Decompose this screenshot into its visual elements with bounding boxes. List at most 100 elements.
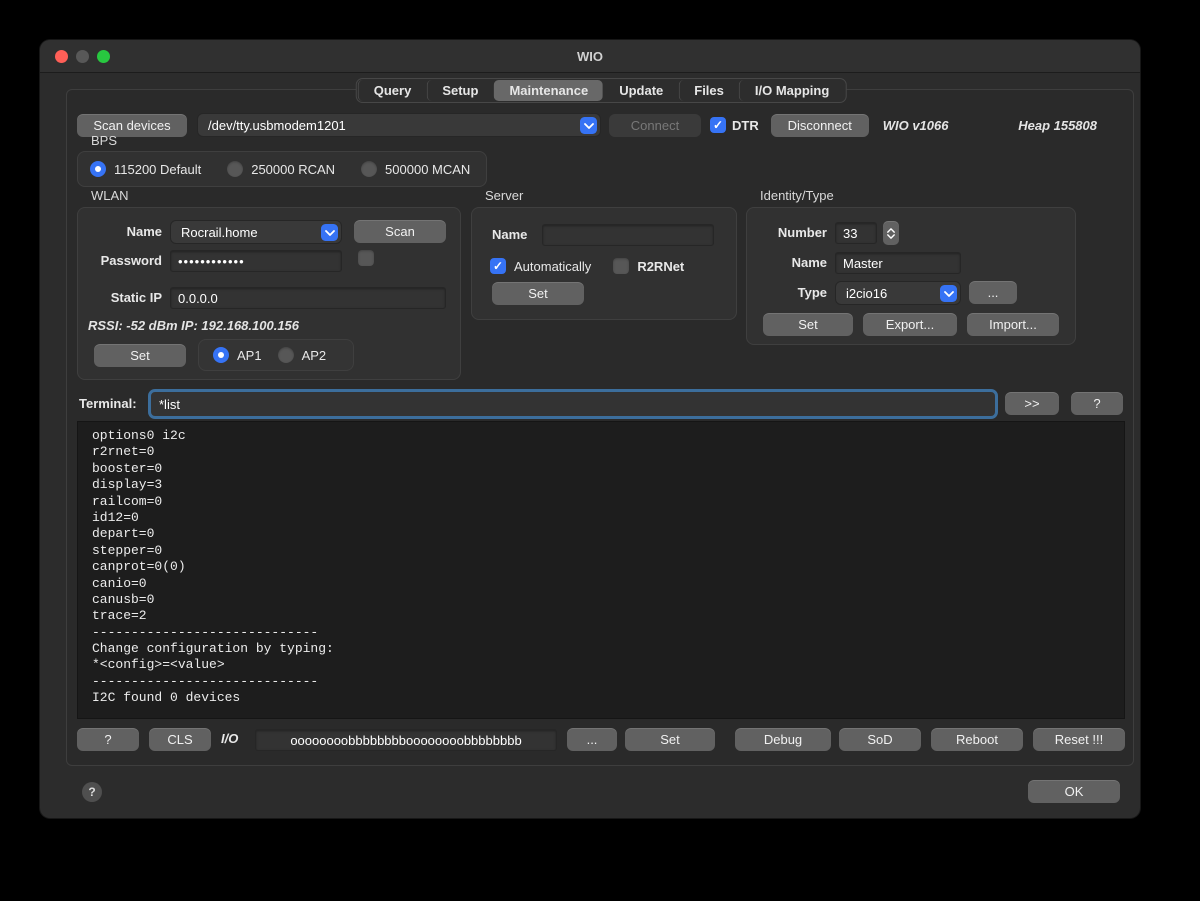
identity-name-value: Master [843,256,883,271]
connect-button[interactable]: Connect [609,114,701,137]
identity-number-field[interactable]: 33 [835,222,877,244]
radio-label: 500000 MCAN [385,162,470,177]
wlan-password-checkbox[interactable] [358,250,374,266]
terminal-help-button[interactable]: ? [1071,392,1123,415]
dtr-checkbox[interactable]: ✓ [710,117,726,133]
type-more-button[interactable]: ... [969,281,1017,304]
server-name-field[interactable] [542,224,714,246]
server-set-button[interactable]: Set [492,282,584,305]
server-name-label: Name [492,227,527,242]
wlan-group: Name Rocrail.home Scan Password ••••••••… [77,207,461,380]
io-help-button[interactable]: ? [77,728,139,751]
terminal-line: stepper=0 [92,543,1110,559]
window-title: WIO [40,40,1140,73]
radio-icon [361,161,377,177]
terminal-line: id12=0 [92,510,1110,526]
bps-radio-option[interactable]: 250000 RCAN [227,161,335,177]
identity-group: Number 33 Name Master Type i2cio16 ... S… [746,207,1076,345]
wlan-password-field[interactable]: •••••••••••• [170,250,342,272]
terminal-line: canprot=0(0) [92,559,1110,575]
serial-port-value: /dev/tty.usbmodem1201 [208,118,346,133]
identity-number-label: Number [747,225,827,240]
ap-radio-option[interactable]: AP2 [278,347,327,363]
identity-type-select[interactable]: i2cio16 [835,281,961,305]
radio-icon [213,347,229,363]
identity-name-field[interactable]: Master [835,252,961,274]
identity-type-value: i2cio16 [846,286,887,301]
export-button[interactable]: Export... [863,313,957,336]
terminal-line: canio=0 [92,576,1110,592]
wlan-status-line: RSSI: -52 dBm IP: 192.168.100.156 [88,318,299,333]
terminal-line: Change configuration by typing: [92,641,1110,657]
radio-icon [90,161,106,177]
automatically-label: Automatically [514,259,591,274]
radio-label: AP1 [237,348,262,363]
tab-label: Files [694,83,724,98]
bps-radio-option[interactable]: 115200 Default [90,161,201,177]
radio-label: AP2 [302,348,327,363]
tab[interactable]: Maintenance [493,80,603,101]
ap-selector-box: AP1 AP2 [198,339,354,371]
io-set-button[interactable]: Set [625,728,715,751]
ok-button[interactable]: OK [1028,780,1120,803]
maintenance-panel: Scan devices /dev/tty.usbmodem1201 Conne… [66,89,1134,766]
heap-indicator: Heap 155808 [1018,118,1097,133]
firmware-version: WIO v1066 [883,118,949,133]
terminal-line: trace=2 [92,608,1110,624]
radio-label: 115200 Default [114,162,201,177]
terminal-line: ----------------------------- [92,674,1110,690]
io-more-button[interactable]: ... [567,728,617,751]
tab[interactable]: Files [678,80,739,101]
cls-button[interactable]: CLS [149,728,211,751]
tab-label: Update [619,83,663,98]
wlan-name-label: Name [78,224,162,239]
terminal-line: canusb=0 [92,592,1110,608]
reboot-button[interactable]: Reboot [931,728,1023,751]
ap-radio-option[interactable]: AP1 [213,347,262,363]
title-bar: WIO [40,40,1140,73]
terminal-line: depart=0 [92,526,1110,542]
wlan-password-value: •••••••••••• [178,254,245,269]
import-button[interactable]: Import... [967,313,1059,336]
tab-label: Setup [442,83,478,98]
automatically-checkbox[interactable]: ✓ [490,258,506,274]
wlan-set-button[interactable]: Set [94,344,186,367]
server-group-label: Server [485,188,523,203]
terminal-label: Terminal: [79,396,137,411]
tab[interactable]: Update [603,80,678,101]
bps-radio-option[interactable]: 500000 MCAN [361,161,470,177]
wlan-name-select[interactable]: Rocrail.home [170,220,342,244]
disconnect-button[interactable]: Disconnect [771,114,869,137]
io-config-field[interactable]: oooooooobbbbbbbboooooooobbbbbbbb [255,729,557,751]
reset-button[interactable]: Reset !!! [1033,728,1125,751]
number-stepper[interactable] [883,221,899,245]
sod-button[interactable]: SoD [839,728,921,751]
serial-port-select[interactable]: /dev/tty.usbmodem1201 [197,113,601,137]
identity-name-label: Name [747,255,827,270]
terminal-line: r2rnet=0 [92,444,1110,460]
help-icon[interactable]: ? [82,782,102,802]
identity-set-button[interactable]: Set [763,313,853,336]
tab[interactable]: Query [358,80,427,101]
chevron-down-icon [580,117,597,134]
wlan-static-ip-label: Static IP [78,290,162,305]
tab[interactable]: I/O Mapping [739,80,844,101]
tab[interactable]: Setup [426,80,493,101]
radio-icon [278,347,294,363]
r2rnet-checkbox[interactable] [613,258,629,274]
chevron-down-icon [887,234,895,239]
terminal-input-value: *list [159,397,180,412]
tab-bar: Query Setup Maintenance Update Files I/O… [356,78,847,103]
tab-label: I/O Mapping [755,83,829,98]
wlan-scan-button[interactable]: Scan [354,220,446,243]
terminal-send-button[interactable]: >> [1005,392,1059,415]
terminal-line: railcom=0 [92,494,1110,510]
wlan-password-label: Password [78,253,162,268]
identity-number-value: 33 [843,226,857,241]
wlan-static-ip-field[interactable]: 0.0.0.0 [170,287,446,309]
bps-group: 115200 Default 250000 RCAN 500000 MCAN [77,151,487,187]
terminal-output[interactable]: options0 i2c r2rnet=0 booster=0 display=… [77,421,1125,719]
debug-button[interactable]: Debug [735,728,831,751]
terminal-input[interactable]: *list [148,389,998,419]
app-window: WIO Query Setup Maintenance Update Files [40,40,1140,818]
